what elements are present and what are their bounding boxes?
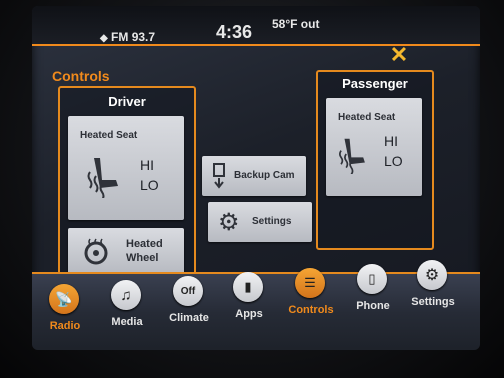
passenger-title: Passenger: [342, 76, 408, 91]
status-bar: ◆ FM 93.7 4:36 58°F out: [32, 6, 480, 46]
radio-icon: 📡: [49, 284, 79, 314]
music-icon: ♫: [111, 280, 141, 310]
heated-seat-icon: [338, 138, 365, 174]
heated-wheel-button[interactable]: Heated Wheel: [68, 228, 184, 274]
backup-cam-button[interactable]: Backup Cam: [202, 156, 306, 196]
clock: 4:36: [216, 22, 253, 42]
nav-controls[interactable]: ☰ Controls: [280, 262, 342, 332]
driver-heated-seat-button[interactable]: Heated Seat HI LO: [68, 116, 184, 220]
controls-icon: ☰: [295, 268, 325, 298]
infotainment-screen: ◆ FM 93.7 4:36 58°F out ✕ Controls Drive…: [32, 6, 480, 350]
nav-media[interactable]: ♫ Media: [96, 274, 158, 344]
nav-media-label: Media: [111, 316, 143, 328]
nav-radio-label: Radio: [49, 320, 81, 332]
driver-lo-label: LO: [140, 177, 159, 193]
nav-radio[interactable]: 📡 Radio: [34, 278, 96, 348]
off-icon: Off: [173, 276, 203, 306]
heated-seat-icon: [87, 158, 118, 198]
passenger-heated-seat-label: Heated Seat: [338, 112, 396, 123]
driver-title: Driver: [108, 94, 146, 109]
driver-hi-label: HI: [140, 157, 154, 173]
nav-settings-label: Settings: [411, 296, 455, 308]
phone-icon: ▯: [357, 264, 387, 294]
passenger-panel: Passenger Heated Seat HI LO: [316, 70, 434, 250]
gear-icon: ⚙: [417, 260, 447, 290]
nav-phone[interactable]: ▯ Phone: [342, 258, 404, 328]
passenger-heated-seat-button[interactable]: Heated Seat HI LO: [326, 98, 422, 196]
radio-status: ◆ FM 93.7: [100, 30, 156, 44]
nav-apps[interactable]: ▮ Apps: [218, 266, 280, 336]
backup-camera-icon: [213, 163, 225, 189]
driver-heated-seat-label: Heated Seat: [80, 130, 138, 141]
backup-cam-label: Backup Cam: [234, 170, 295, 181]
radio-signal-icon: ◆: [100, 33, 108, 44]
close-icon[interactable]: ✕: [388, 44, 410, 66]
heated-wheel-label-1: Heated: [126, 238, 163, 250]
driver-panel: Driver Heated Seat HI LO Heated Wheel: [58, 86, 196, 286]
nav-controls-label: Controls: [288, 304, 334, 316]
settings-shortcut-label: Settings: [252, 216, 292, 227]
nav-settings[interactable]: ⚙ Settings: [402, 254, 464, 324]
passenger-lo-label: LO: [384, 153, 403, 169]
passenger-hi-label: HI: [384, 133, 398, 149]
gear-icon: ⚙: [218, 209, 240, 236]
heated-wheel-label-2: Wheel: [126, 252, 159, 264]
nav-climate-label: Climate: [169, 312, 209, 324]
apps-icon: ▮: [233, 272, 263, 302]
nav-climate[interactable]: Off Climate: [158, 270, 220, 340]
outside-temperature: 58°F out: [272, 17, 320, 31]
page-title: Controls: [52, 68, 110, 84]
heated-wheel-icon: [84, 238, 108, 265]
bottom-nav-bar: 📡 Radio ♫ Media Off Climate ▮ Apps ☰ Con…: [32, 260, 480, 350]
settings-shortcut-button[interactable]: ⚙ Settings: [208, 202, 312, 242]
nav-apps-label: Apps: [235, 308, 263, 320]
nav-phone-label: Phone: [356, 300, 390, 312]
